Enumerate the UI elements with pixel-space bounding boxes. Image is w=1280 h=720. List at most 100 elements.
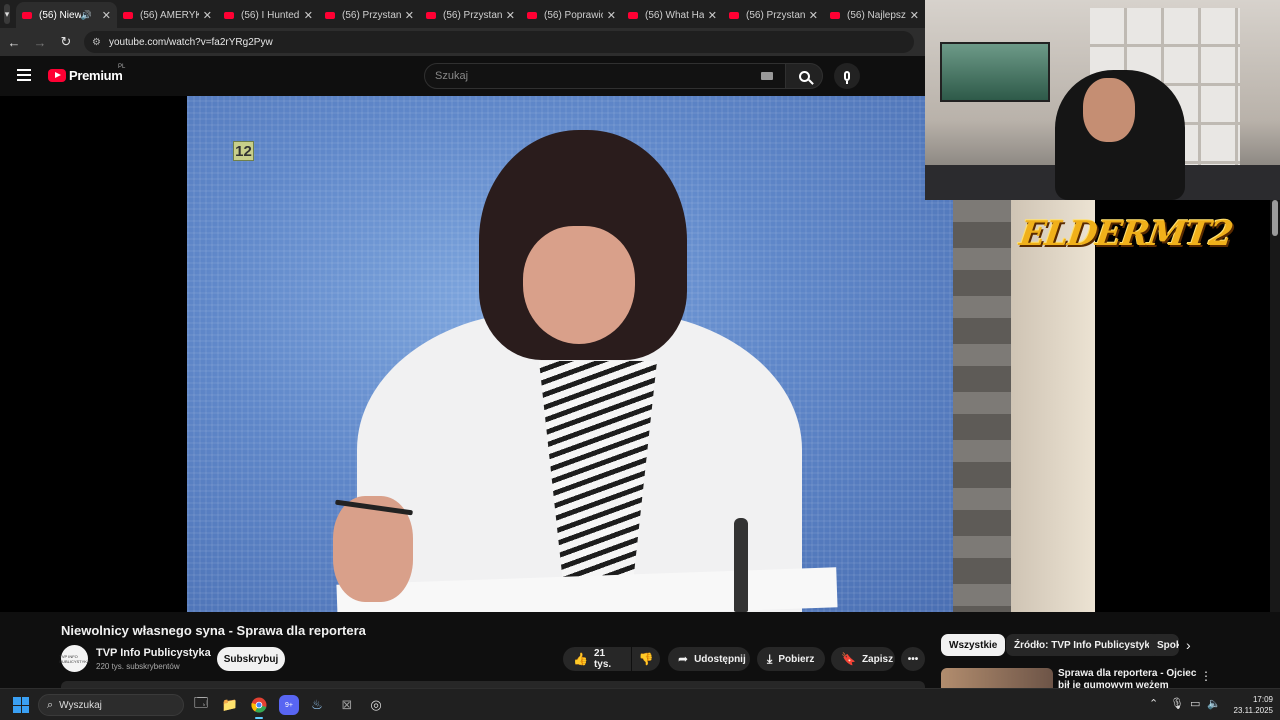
speaker-icon[interactable]: 🔊 [81,10,92,21]
tab-8[interactable]: (56) Najlepsze ✕ [824,2,925,28]
thumbs-up-icon: 👍 [573,652,588,666]
save-button[interactable]: 🔖 Zapisz [831,647,895,671]
chip-all[interactable]: Wszystkie [941,634,1006,656]
tab-title: (56) Przystanek [342,9,401,21]
task-view-icon[interactable]: 🗔 [191,695,211,715]
search-icon [798,70,810,82]
youtube-favicon-icon [426,11,436,19]
close-icon[interactable]: ✕ [607,9,616,22]
close-icon[interactable]: ✕ [102,9,111,22]
save-label: Zapisz [861,653,894,665]
chevron-up-icon[interactable]: ⌃ [1149,697,1158,710]
search-input[interactable]: Szukaj [424,63,786,89]
app-window-icon[interactable]: ⊠ [337,695,357,715]
youtube-header: Premium PL Szukaj [0,56,925,96]
close-icon[interactable]: ✕ [405,9,414,22]
tab-0[interactable]: (56) Niewolnicy 🔊 ✕ [16,2,117,28]
chip-source[interactable]: Źródło: TVP Info Publicystyka [1006,634,1164,656]
tab-7[interactable]: (56) Przystanek ✕ [723,2,824,28]
like-button[interactable]: 👍 21 tys. [563,647,631,671]
close-icon[interactable]: ✕ [910,9,919,22]
youtube-favicon-icon [123,11,133,19]
dislike-button[interactable]: 👎 [632,647,660,671]
channel-avatar[interactable]: TVP INFO PUBLICYSTYKA [59,645,90,672]
kebab-menu-icon[interactable]: ⋮ [1200,669,1212,683]
keyboard-icon[interactable] [761,72,773,80]
steam-icon[interactable]: ♨ [307,695,327,715]
description-box[interactable] [61,681,925,688]
close-icon[interactable]: ✕ [506,9,515,22]
back-arrow-icon[interactable]: ← [2,30,26,54]
discord-icon[interactable]: 9+ [279,695,299,715]
chevron-right-icon[interactable]: › [1186,637,1191,653]
like-count: 21 tys. [593,648,612,670]
youtube-logo[interactable]: Premium PL [48,64,125,83]
tab-3[interactable]: (56) Przystanek ✕ [319,2,420,28]
channel-name[interactable]: TVP Info Publicystyka [96,647,211,659]
close-icon[interactable]: ✕ [203,9,212,22]
chrome-icon[interactable] [249,695,269,719]
video-player[interactable]: 12 [187,96,953,612]
tab-6[interactable]: (56) What Happened ✕ [622,2,723,28]
tab-title: (56) Najlepsze [847,9,906,21]
tab-2[interactable]: (56) I Hunted Fiji ✕ [218,2,319,28]
volume-icon[interactable]: 🔈 [1207,697,1221,710]
stream-overlay-panel [1095,200,1270,612]
page-scrollbar[interactable] [1270,200,1280,612]
stream-overlay-film-strip [953,200,1095,612]
close-icon[interactable]: ✕ [708,9,717,22]
tab-title: (56) Przystanek [746,9,805,21]
search-placeholder: Szukaj [435,70,469,82]
subscribe-button[interactable]: Subskrybuj [217,647,285,671]
network-icon[interactable]: ▭ [1190,697,1200,710]
share-button[interactable]: ➦ Udostępnij [668,647,750,671]
taskbar-clock[interactable]: 17:09 23.11.2025 [1229,694,1273,716]
youtube-favicon-icon [729,11,739,19]
recommended-title[interactable]: Sprawa dla reportera - Ojciec bił je gum… [1058,668,1198,688]
microphone-tray-icon[interactable]: 🎙 [1170,697,1184,710]
search-button[interactable] [785,63,823,89]
tab-list: (56) Niewolnicy 🔊 ✕ (56) AMERYKAŃSKI ✕ (… [16,0,925,28]
url-field[interactable]: ⚙ youtube.com/watch?v=fa2rYRg2Pyw [84,31,914,53]
chrome-logo-icon [251,697,267,713]
address-bar: ← → ↻ ⚙ youtube.com/watch?v=fa2rYRg2Pyw [0,28,925,56]
hamburger-menu-icon[interactable] [17,69,31,81]
download-button[interactable]: ⤓ Pobierz [757,647,825,671]
tab-5[interactable]: (56) Poprawione ✕ [521,2,622,28]
file-explorer-icon[interactable]: 📁 [220,695,240,715]
tab-search-chevron-icon[interactable]: ▾ [4,4,10,24]
voice-search-button[interactable] [834,63,860,89]
tab-title: (56) I Hunted Fiji [241,9,300,21]
search-icon: ⌕ [47,698,54,711]
tab-title: (56) Przystanek [443,9,502,21]
close-icon[interactable]: ✕ [304,9,313,22]
tab-4[interactable]: (56) Przystanek ✕ [420,2,521,28]
thumbs-down-icon: 👎 [638,652,654,666]
more-actions-button[interactable]: ••• [901,647,925,671]
tab-1[interactable]: (56) AMERYKAŃSKI ✕ [117,2,218,28]
obs-icon[interactable]: ◎ [366,695,386,715]
microphone-icon [844,71,850,84]
share-arrow-icon: ➦ [678,652,689,666]
scrollbar-thumb[interactable] [1272,200,1278,236]
taskbar-search-input[interactable]: ⌕ Wyszukaj [38,694,184,716]
discord-badge: 9+ [285,701,293,709]
youtube-favicon-icon [830,11,840,19]
download-icon: ⤓ [767,651,773,666]
reload-icon[interactable]: ↻ [54,30,78,54]
chip-related[interactable]: Spokrewnione [1149,634,1179,656]
bookmark-icon: 🔖 [841,652,856,666]
country-code: PL [118,64,126,70]
forward-arrow-icon[interactable]: → [28,30,52,54]
stream-brand-logo: ELDERMT2 [1017,214,1235,254]
video-frame-microphone [734,518,748,612]
logo-text: Premium [69,68,123,83]
taskbar-search-placeholder: Wyszukaj [59,699,102,711]
youtube-favicon-icon [527,11,537,19]
recommended-thumbnail[interactable] [941,668,1053,688]
video-frame-face [523,226,635,344]
windows-start-icon[interactable] [13,697,29,713]
close-icon[interactable]: ✕ [809,9,818,22]
youtube-play-icon [48,69,66,82]
site-settings-icon[interactable]: ⚙ [92,37,101,48]
